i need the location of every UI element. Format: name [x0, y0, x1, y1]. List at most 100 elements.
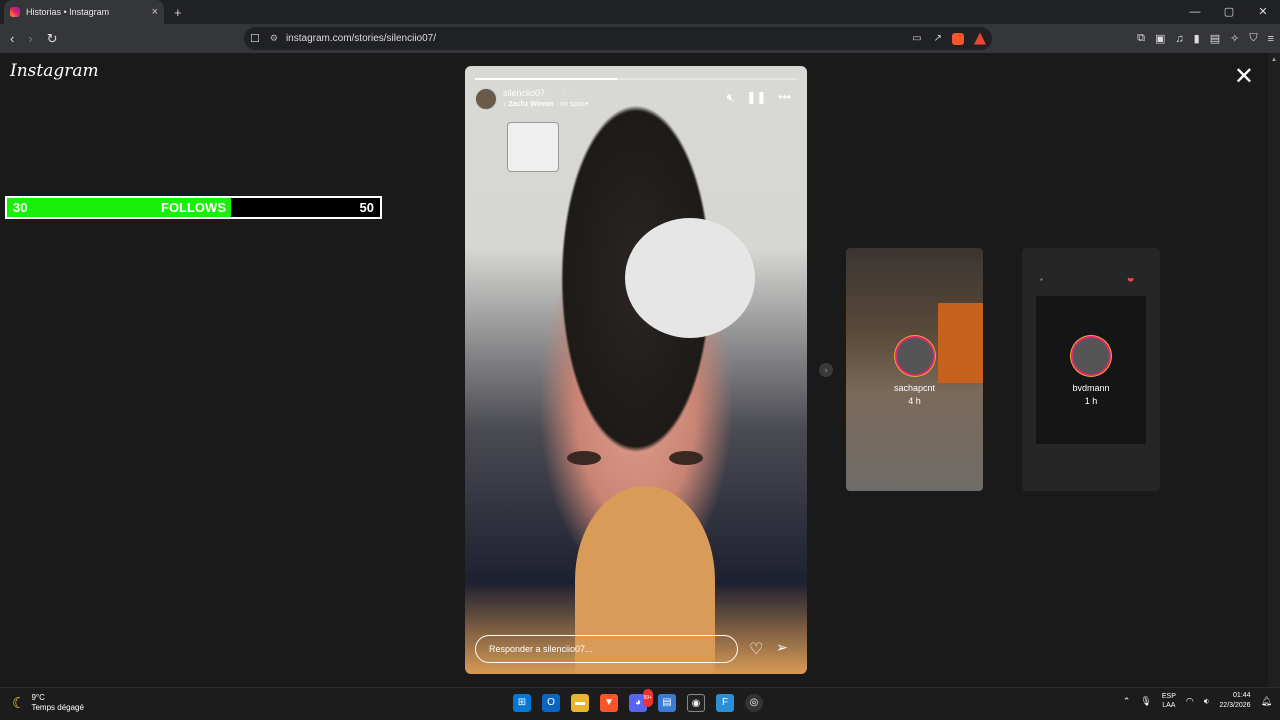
- microphone-icon[interactable]: 🎙︎: [1140, 696, 1151, 707]
- follows-goal: 50: [359, 200, 374, 215]
- windows-taskbar: ☾ 9°C Temps dégagé ⊞ O ▬ ▼ ◕ 99+ ▤ ◉ F ◎ …: [0, 687, 1280, 720]
- brave-shields-icon[interactable]: [952, 32, 964, 45]
- reply-input[interactable]: Responder a silenciio07...: [475, 635, 738, 663]
- preview-heart-icon: ❤: [1127, 276, 1134, 285]
- browser-toolbar: ‹ › ↻ ☐ ⚙ instagram.com/stories/silencii…: [0, 24, 1280, 53]
- avatar: [895, 336, 935, 376]
- steam-icon[interactable]: ◎: [745, 694, 763, 712]
- weather-temperature: 9°C: [31, 693, 45, 702]
- preview-mini-header: ●: [1040, 277, 1044, 283]
- reload-icon[interactable]: ↻: [47, 31, 58, 47]
- browser-tabbar: Historias • Instagram × + — ▢ ✕: [0, 0, 1280, 24]
- wifi-icon[interactable]: ◠: [1186, 696, 1194, 707]
- preview-time: 1 h: [1084, 396, 1098, 406]
- language-indicator[interactable]: ESP LAA: [1162, 692, 1176, 710]
- story-photo-detail: [669, 451, 703, 465]
- story-header: silenciio07 2 h ♪ Zachz Winner · no spac…: [475, 88, 797, 112]
- clock[interactable]: 01:44 22/3/2026: [1219, 691, 1250, 711]
- story-photo-detail: [567, 451, 601, 465]
- weather-condition: Temps dégagé: [31, 703, 84, 712]
- clock-date: 22/3/2026: [1219, 702, 1251, 709]
- cast-icon[interactable]: ▭: [912, 33, 921, 44]
- story-username[interactable]: silenciio07: [503, 88, 545, 98]
- story-time: 2 h: [561, 88, 574, 98]
- start-menu-icon[interactable]: ⊞: [513, 694, 531, 712]
- volume-icon[interactable]: 🔉︎: [1204, 696, 1210, 707]
- back-icon[interactable]: ‹: [10, 31, 14, 47]
- preview-photo-detail: [938, 303, 983, 383]
- sidebar-icon[interactable]: ▮: [1194, 32, 1200, 45]
- notepad-icon[interactable]: ▤: [658, 694, 676, 712]
- media-icon[interactable]: ♫: [1175, 33, 1183, 45]
- story-progress-fill: [475, 78, 617, 80]
- screenshot-icon[interactable]: ▣: [1155, 32, 1165, 45]
- new-tab-button[interactable]: +: [174, 5, 182, 20]
- weather-widget[interactable]: ☾ 9°C Temps dégagé: [12, 693, 84, 713]
- notification-bell-icon[interactable]: 🔔︎: [1261, 696, 1272, 707]
- instagram-favicon-icon: [10, 7, 20, 17]
- maximize-button[interactable]: ▢: [1212, 0, 1246, 24]
- story-progress-track: [475, 78, 797, 80]
- story-sticker-image: [507, 122, 559, 172]
- url-text[interactable]: instagram.com/stories/silenciio07/: [286, 33, 900, 44]
- mute-icon[interactable]: 🔇︎: [727, 90, 735, 105]
- avatar[interactable]: [475, 88, 497, 110]
- pause-icon[interactable]: ❚❚: [746, 90, 766, 105]
- forward-icon[interactable]: ›: [28, 31, 32, 47]
- follows-label: FOLLOWS: [161, 200, 226, 215]
- site-info-icon[interactable]: ⚙: [270, 33, 278, 44]
- send-message-icon[interactable]: ➢: [776, 639, 788, 656]
- window-controls: — ▢ ✕: [1178, 0, 1280, 24]
- close-stories-button[interactable]: ✕: [1234, 65, 1254, 89]
- music-artist: Zachz Winner: [508, 101, 554, 108]
- preview-time: 4 h: [908, 396, 921, 406]
- clock-time: 01:44: [1233, 692, 1251, 699]
- like-heart-icon[interactable]: ♡: [749, 639, 763, 659]
- toolbar-right-icons: ⧉ ▣ ♫ ▮ ▤ ✧ ⛉ ≡: [1137, 24, 1274, 53]
- reply-placeholder: Responder a silenciio07...: [489, 644, 593, 654]
- lang-primary: ESP: [1161, 693, 1176, 700]
- obs-icon[interactable]: ◉: [687, 694, 705, 712]
- preview-username: bvdmann: [1072, 383, 1110, 393]
- taskbar-apps: ⊞ O ▬ ▼ ◕ 99+ ▤ ◉ F ◎: [513, 689, 763, 712]
- brave-rewards-icon[interactable]: [974, 32, 986, 45]
- file-explorer-icon[interactable]: ▬: [571, 694, 589, 712]
- window-close-button[interactable]: ✕: [1246, 0, 1280, 24]
- discord-badge: 99+: [642, 689, 653, 707]
- instagram-stories-page: Instagram ✕ ▲ 30 FOLLOWS 50 silenciio07 …: [0, 53, 1280, 687]
- address-bar[interactable]: ☐ ⚙ instagram.com/stories/silenciio07/ ▭…: [244, 27, 992, 50]
- bookmark-icon[interactable]: ☐: [250, 32, 260, 45]
- story-music[interactable]: ♪ Zachz Winner · no space: [503, 101, 589, 108]
- tab-historias[interactable]: Historias • Instagram ×: [4, 0, 164, 24]
- leo-ai-icon[interactable]: ✧: [1230, 32, 1239, 45]
- tab-close-icon[interactable]: ×: [152, 6, 158, 18]
- moon-icon: ☾: [12, 695, 26, 712]
- story-preview-bvdmann[interactable]: ● ❤ bvdmann 1 h: [1022, 248, 1160, 491]
- wallet-icon[interactable]: ▤: [1210, 32, 1220, 45]
- outlook-icon[interactable]: O: [542, 694, 560, 712]
- menu-icon[interactable]: ≡: [1268, 33, 1274, 45]
- page-scrollbar[interactable]: ▲: [1268, 53, 1280, 687]
- brave-browser-icon[interactable]: ▼: [600, 694, 618, 712]
- lang-secondary: LAA: [1162, 702, 1176, 709]
- story-viewer[interactable]: silenciio07 2 h ♪ Zachz Winner · no spac…: [465, 66, 807, 674]
- avatar: [1071, 336, 1111, 376]
- discord-icon[interactable]: ◕ 99+: [629, 689, 653, 712]
- story-bird-image: [625, 218, 755, 338]
- tray-chevron-up-icon[interactable]: ⌃: [1123, 696, 1131, 707]
- preview-username: sachapcnt: [893, 383, 936, 393]
- next-story-arrow-icon[interactable]: ›: [819, 363, 833, 377]
- minimize-button[interactable]: —: [1178, 0, 1212, 24]
- share-icon[interactable]: ↗: [934, 33, 942, 44]
- tab-title: Historias • Instagram: [26, 7, 110, 17]
- music-song: no space: [560, 101, 589, 108]
- system-tray: ⌃ 🎙︎ ESP LAA ◠ 🔉︎ 01:44 22/3/2026 🔔︎: [1123, 691, 1272, 711]
- instagram-logo[interactable]: Instagram: [10, 61, 99, 81]
- follows-current: 30: [13, 200, 28, 215]
- more-options-icon[interactable]: •••: [778, 90, 791, 105]
- follows-goal-bar: 30 FOLLOWS 50: [5, 196, 382, 219]
- extensions-icon[interactable]: ⧉: [1137, 32, 1145, 45]
- story-preview-sachapcnt[interactable]: sachapcnt 4 h: [846, 248, 983, 491]
- vpn-icon[interactable]: ⛉: [1249, 32, 1257, 45]
- f-app-icon[interactable]: F: [716, 694, 734, 712]
